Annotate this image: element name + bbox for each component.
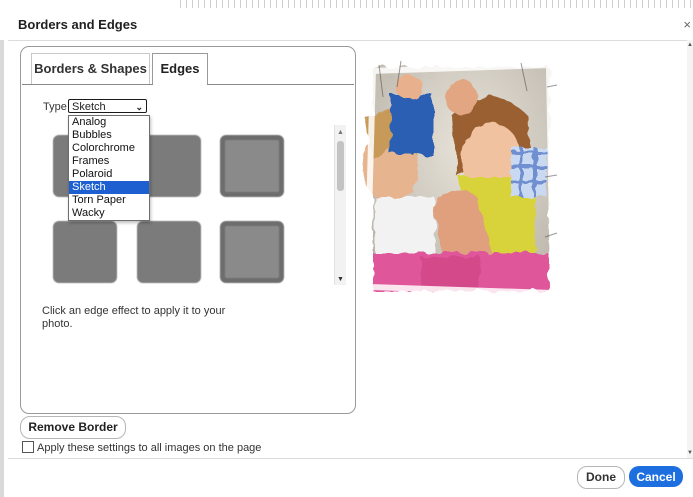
- dialog-title: Borders and Edges: [18, 17, 138, 32]
- type-option[interactable]: Wacky: [69, 207, 149, 220]
- scrollbar-thumb[interactable]: [337, 141, 344, 191]
- edge-thumbnail[interactable]: [216, 217, 288, 287]
- apply-all-checkbox[interactable]: [22, 441, 34, 453]
- chevron-down-icon: ⌄: [135, 102, 143, 112]
- scroll-down-icon[interactable]: ▼: [337, 276, 344, 283]
- type-option[interactable]: Colorchrome: [69, 142, 149, 155]
- edge-thumbnail[interactable]: [133, 217, 205, 287]
- title-divider: [8, 40, 693, 41]
- edges-panel: Borders & Shapes Edges Type Sketch ⌄ Ana…: [20, 46, 356, 414]
- type-select-value: Sketch: [72, 101, 106, 113]
- remove-border-button[interactable]: Remove Border: [20, 416, 126, 439]
- scroll-up-icon[interactable]: ▲: [687, 42, 693, 48]
- tab-edges[interactable]: Edges: [152, 53, 208, 84]
- apply-all-label: Apply these settings to all images on th…: [37, 442, 262, 454]
- page-ruler: [180, 0, 693, 8]
- tab-borders-shapes[interactable]: Borders & Shapes: [31, 53, 150, 84]
- close-icon[interactable]: ×: [683, 17, 691, 32]
- scroll-down-icon[interactable]: ▼: [687, 450, 693, 456]
- done-button[interactable]: Done: [577, 466, 625, 489]
- apply-all-row: Apply these settings to all images on th…: [22, 441, 261, 454]
- background-edge: [0, 40, 4, 497]
- footer-divider: [8, 458, 693, 459]
- type-option[interactable]: Polaroid: [69, 168, 149, 181]
- thumbnail-scrollbar[interactable]: ▲ ▼: [334, 125, 346, 285]
- edge-thumbnail[interactable]: [49, 217, 121, 287]
- photo-preview: [361, 57, 559, 295]
- edge-hint-text: Click an edge effect to apply it to your…: [42, 305, 226, 330]
- type-option[interactable]: Torn Paper: [69, 194, 149, 207]
- type-label: Type: [43, 101, 67, 113]
- dialog-scrollbar[interactable]: ▲ ▼: [687, 40, 693, 458]
- scroll-up-icon[interactable]: ▲: [337, 129, 344, 136]
- type-option[interactable]: Bubbles: [69, 129, 149, 142]
- type-select[interactable]: Sketch ⌄: [68, 99, 147, 113]
- type-option[interactable]: Analog: [69, 116, 149, 129]
- photo-preview-image: [363, 60, 558, 295]
- cancel-button[interactable]: Cancel: [629, 466, 683, 487]
- type-option[interactable]: Frames: [69, 155, 149, 168]
- edge-thumbnail[interactable]: [216, 131, 288, 201]
- dialog-titlebar: Borders and Edges ×: [0, 8, 693, 40]
- type-dropdown-list: Analog Bubbles Colorchrome Frames Polaro…: [68, 115, 150, 221]
- active-tab-gap: [153, 84, 207, 85]
- type-option-selected[interactable]: Sketch: [69, 181, 149, 194]
